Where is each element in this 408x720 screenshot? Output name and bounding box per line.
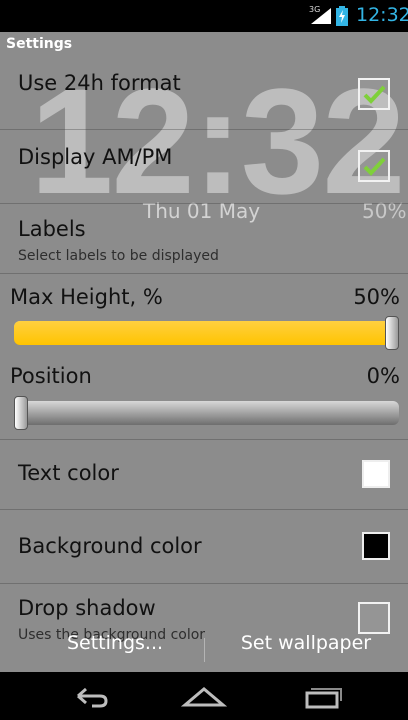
setting-summary: Select labels to be displayed bbox=[18, 248, 219, 264]
setting-use-24h-format[interactable]: Use 24h format bbox=[0, 56, 408, 130]
setting-labels[interactable]: Labels Select labels to be displayed bbox=[0, 204, 408, 274]
setting-position: Position 0% bbox=[0, 357, 408, 440]
max-height-slider[interactable] bbox=[14, 316, 399, 350]
setting-text-color[interactable]: Text color bbox=[0, 440, 408, 510]
setting-label: Drop shadow bbox=[18, 596, 156, 620]
slider-label: Position bbox=[10, 364, 92, 388]
setting-label: Display AM/PM bbox=[18, 145, 173, 169]
set-wallpaper-button[interactable]: Set wallpaper bbox=[220, 632, 392, 654]
settings-button[interactable]: Settings... bbox=[40, 632, 190, 654]
setting-label: Labels bbox=[18, 217, 86, 241]
home-icon[interactable] bbox=[181, 681, 227, 711]
slider-label: Max Height, % bbox=[10, 285, 163, 309]
checkmark-icon bbox=[363, 157, 386, 176]
setting-label: Text color bbox=[18, 461, 119, 485]
text-color-swatch[interactable] bbox=[362, 460, 390, 488]
slider-value: 50% bbox=[353, 285, 400, 309]
recents-icon[interactable] bbox=[297, 681, 343, 711]
position-slider-thumb[interactable] bbox=[14, 396, 28, 430]
action-divider bbox=[204, 638, 205, 662]
use-24h-checkbox[interactable] bbox=[358, 78, 390, 110]
setting-label: Use 24h format bbox=[18, 71, 181, 95]
setting-display-ampm[interactable]: Display AM/PM bbox=[0, 130, 408, 204]
position-slider[interactable] bbox=[14, 396, 399, 430]
battery-charging-icon bbox=[336, 6, 348, 26]
max-height-slider-thumb[interactable] bbox=[385, 316, 399, 350]
max-height-slider-fill bbox=[14, 321, 399, 345]
status-time: 12:32 bbox=[356, 4, 408, 26]
status-bar: 3G 12:32 bbox=[0, 0, 408, 32]
app-bar: Settings bbox=[0, 32, 408, 56]
signal-icon bbox=[311, 8, 331, 24]
back-icon[interactable] bbox=[68, 681, 114, 711]
checkmark-icon bbox=[363, 85, 386, 104]
setting-max-height: Max Height, % 50% bbox=[0, 274, 408, 357]
background-color-swatch[interactable] bbox=[362, 532, 390, 560]
slider-value: 0% bbox=[366, 364, 400, 388]
setting-label: Background color bbox=[18, 534, 202, 558]
navigation-bar bbox=[0, 672, 408, 720]
bottom-action-bar: Settings... Set wallpaper bbox=[0, 628, 408, 664]
setting-background-color[interactable]: Background color bbox=[0, 510, 408, 584]
display-ampm-checkbox[interactable] bbox=[358, 150, 390, 182]
page-title: Settings bbox=[6, 36, 73, 52]
